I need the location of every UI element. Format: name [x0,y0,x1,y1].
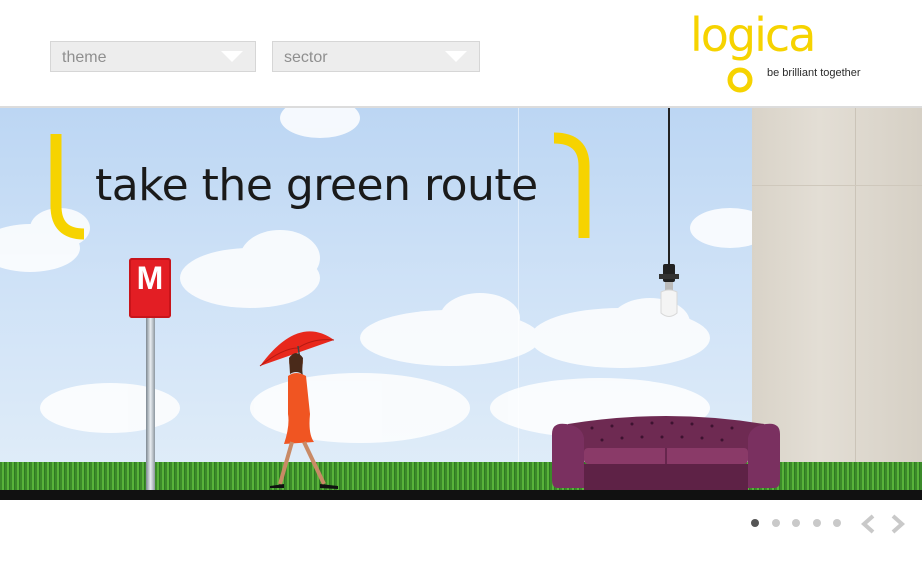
chesterfield-sofa-illustration [552,416,780,490]
grass-strip [0,462,922,492]
logo-ring-icon [727,67,753,93]
metro-sign-pole [146,316,155,492]
pager-dot[interactable] [812,519,821,527]
woman-with-umbrella-illustration [259,331,338,489]
pager-dot[interactable] [771,519,780,527]
light-bulb-icon [659,108,679,317]
header: theme sector logica be brilliant togethe… [0,0,922,107]
metro-sign-letter: M [136,260,164,296]
bracket-left-icon [50,134,85,240]
chevron-down-icon [221,51,243,62]
pager-dot[interactable] [833,519,841,527]
sector-dropdown-label: sector [284,49,328,66]
bracket-right-icon [553,132,590,238]
logo-tagline: be brilliant together [767,67,861,79]
logica-logo[interactable]: logica be brilliant together [690,8,870,96]
chevron-left-icon[interactable] [860,514,878,534]
pager-dot[interactable] [792,519,800,527]
wall-seam [752,185,922,186]
chevron-right-icon[interactable] [888,514,906,534]
hero-headline: take the green route [95,160,538,211]
metro-sign: M [129,258,171,318]
slide-pager [748,513,918,535]
chevron-down-icon [445,51,467,62]
hero-banner[interactable]: take the green route M [0,108,922,500]
wall-seam [855,108,856,500]
floor-strip [0,490,922,500]
sector-dropdown[interactable]: sector [272,41,480,72]
theme-dropdown-label: theme [62,49,107,66]
theme-dropdown[interactable]: theme [50,41,256,72]
logo-wordmark: logica [690,8,816,62]
pager-dot[interactable] [751,519,759,527]
